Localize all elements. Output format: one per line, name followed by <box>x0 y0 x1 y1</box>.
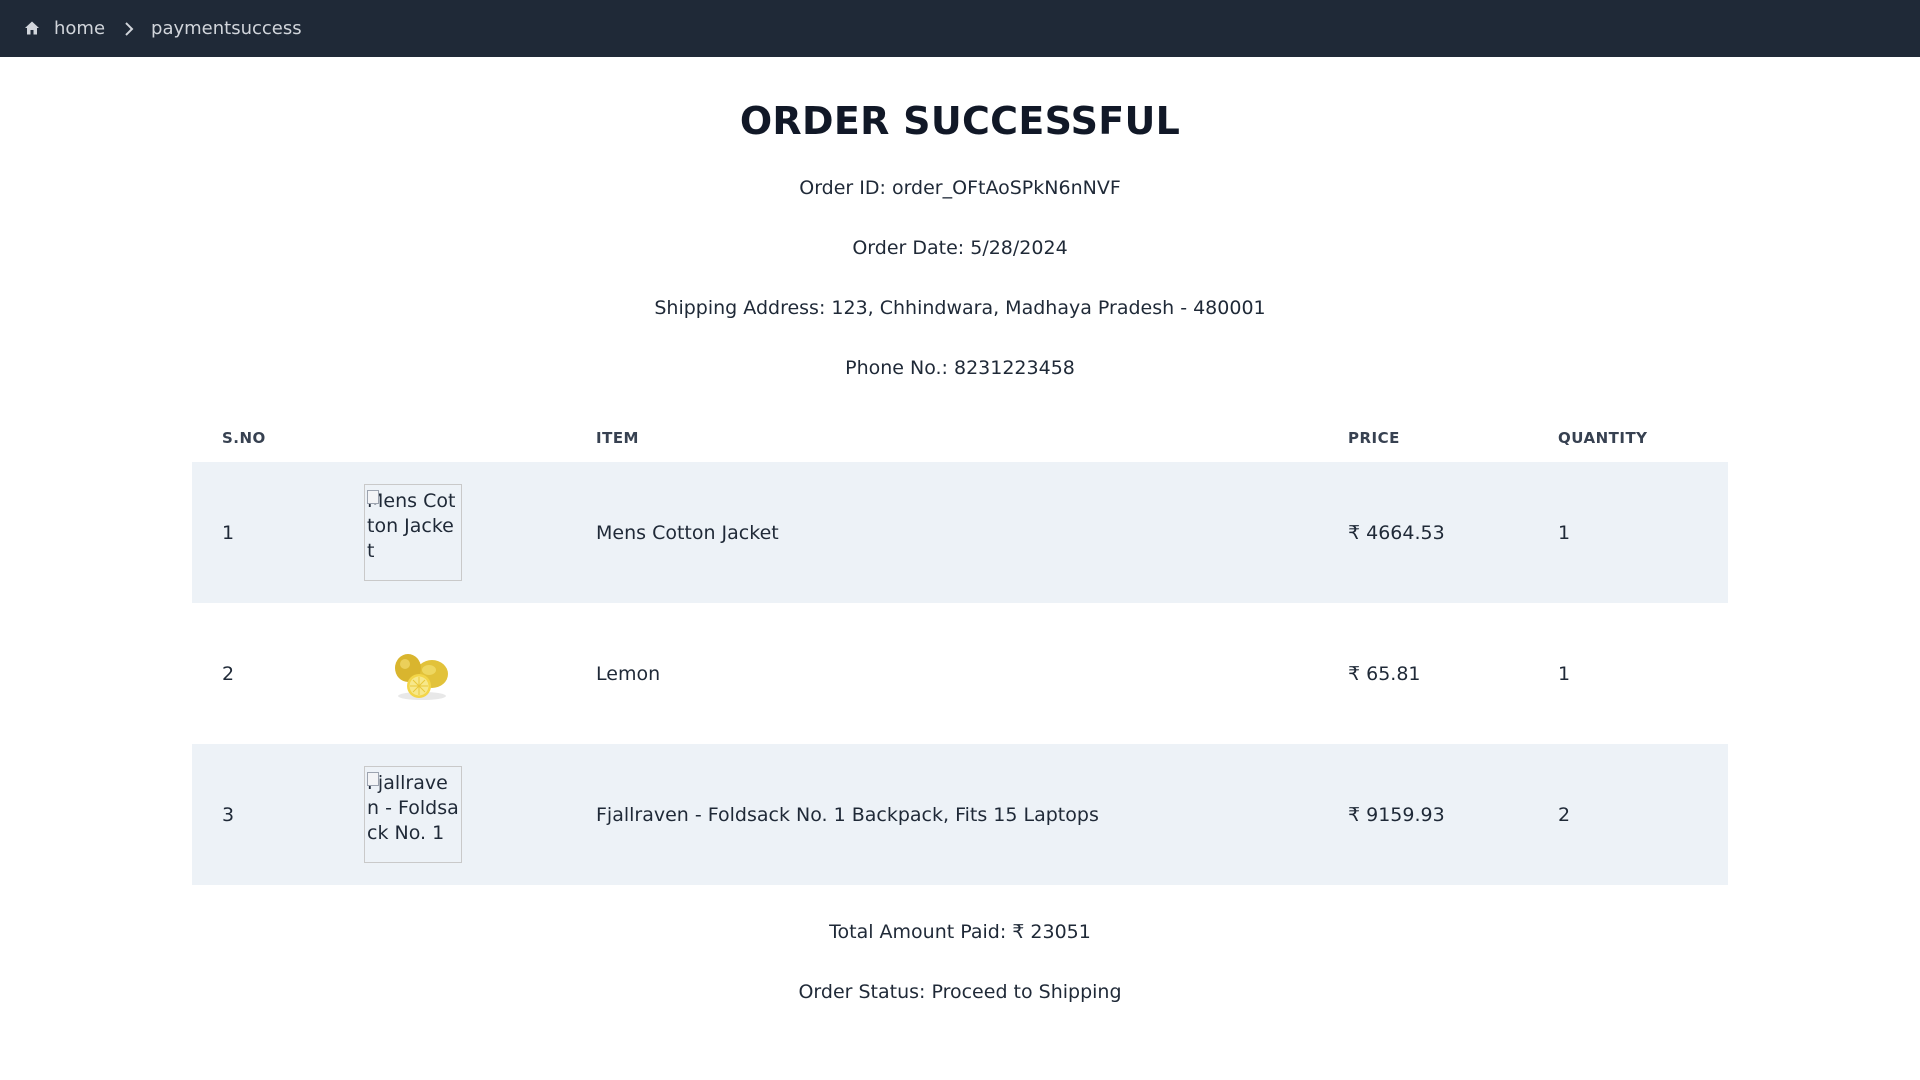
product-image-broken: Mens Cotton Jacket <box>364 484 462 581</box>
header-quantity: QUANTITY <box>1558 429 1648 447</box>
row-quantity: 1 <box>1558 521 1571 544</box>
home-icon <box>24 20 42 38</box>
breadcrumb-home-label: home <box>54 18 106 39</box>
shipping-address-text: Shipping Address: 123, Chhindwara, Madha… <box>654 297 1266 319</box>
row-sno: 2 <box>222 662 235 685</box>
breadcrumb-home-link[interactable]: home <box>24 18 105 39</box>
order-items-table-container: S.NO ITEM PRICE QUANTITY 1 Mens Cotton J… <box>192 414 1728 885</box>
row-image-cell: Mens Cotton Jacket <box>364 462 596 603</box>
row-price: ₹ 4664.53 <box>1348 521 1445 544</box>
table-row: 3 Fjallraven - Foldsack No. 1 Fjallraven… <box>192 744 1728 885</box>
broken-image-icon <box>367 772 379 786</box>
table-row: 1 Mens Cotton Jacket Mens Cotton Jacket … <box>192 462 1728 603</box>
phone-number-text: Phone No.: 8231223458 <box>845 357 1075 379</box>
row-quantity: 2 <box>1558 803 1571 826</box>
product-image-broken: Fjallraven - Foldsack No. 1 <box>364 766 462 863</box>
lemon-product-image <box>386 644 456 704</box>
row-item-name: Mens Cotton Jacket <box>596 521 779 544</box>
row-quantity: 1 <box>1558 662 1571 685</box>
row-item-name: Fjallraven - Foldsack No. 1 Backpack, Fi… <box>596 803 1099 826</box>
header-image <box>364 414 596 462</box>
product-image-alt-text: Mens Cotton Jacket <box>367 490 456 562</box>
row-item-name: Lemon <box>596 662 661 685</box>
order-items-table: S.NO ITEM PRICE QUANTITY 1 Mens Cotton J… <box>192 414 1728 885</box>
row-price: ₹ 9159.93 <box>1348 803 1445 826</box>
header-sno: S.NO <box>222 429 266 447</box>
table-header-row: S.NO ITEM PRICE QUANTITY <box>192 414 1728 462</box>
row-sno: 1 <box>222 521 235 544</box>
header-price: PRICE <box>1348 429 1400 447</box>
row-sno: 3 <box>222 803 235 826</box>
top-nav-bar: home paymentsuccess <box>0 0 1920 57</box>
order-status-text: Order Status: Proceed to Shipping <box>798 981 1122 1003</box>
header-item: ITEM <box>596 429 639 447</box>
row-price: ₹ 65.81 <box>1348 662 1421 685</box>
page-title: ORDER SUCCESSFUL <box>739 99 1181 143</box>
chevron-right-icon <box>121 21 137 37</box>
row-image-cell <box>364 603 596 744</box>
row-image-cell: Fjallraven - Foldsack No. 1 <box>364 744 596 885</box>
order-id-text: Order ID: order_OFtAoSPkN6nNVF <box>799 177 1121 199</box>
breadcrumb-current-page: paymentsuccess <box>151 18 302 39</box>
broken-image-icon <box>367 490 379 504</box>
order-date-text: Order Date: 5/28/2024 <box>852 237 1068 259</box>
breadcrumb: home paymentsuccess <box>0 0 302 57</box>
product-image-alt-text: Fjallraven - Foldsack No. 1 <box>367 772 459 844</box>
total-amount-text: Total Amount Paid: ₹ 23051 <box>829 921 1091 943</box>
table-row: 2 Lemon ₹ 65.81 1 <box>192 603 1728 744</box>
